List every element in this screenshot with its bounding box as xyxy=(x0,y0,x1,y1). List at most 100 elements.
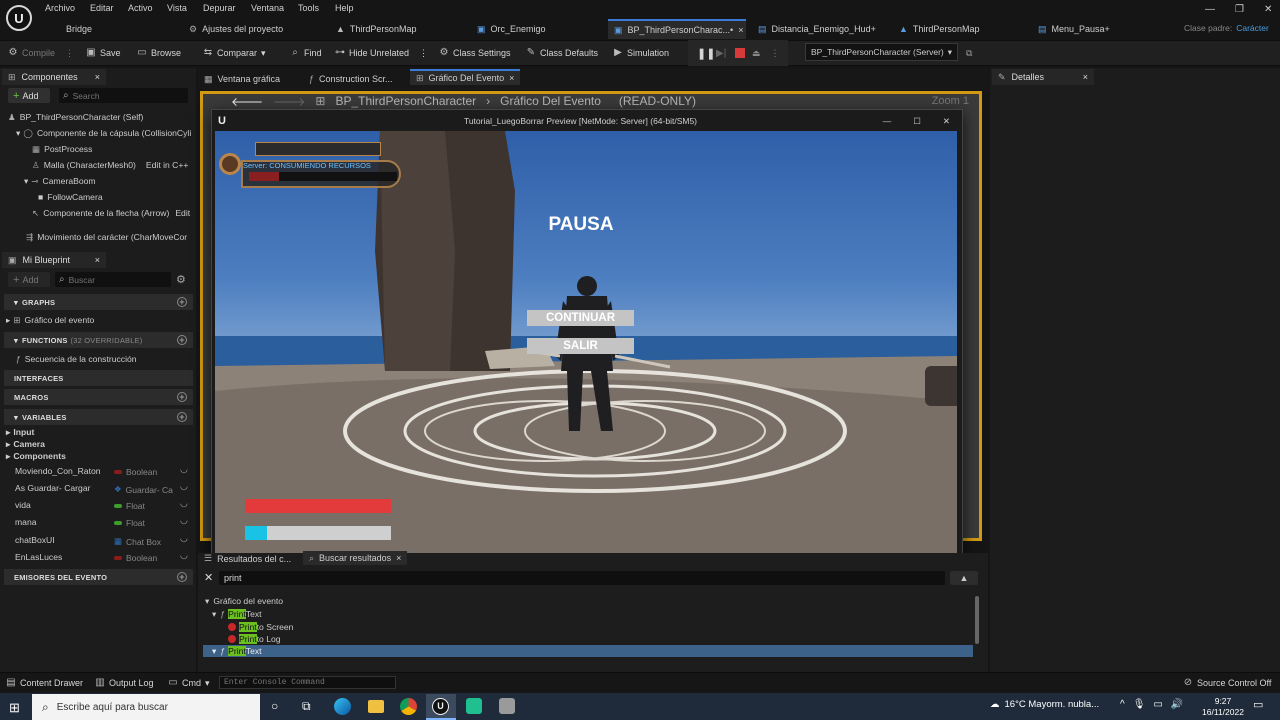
settings-gear-icon[interactable]: ⚙ xyxy=(176,273,186,286)
graph-item-event[interactable]: ▸ ⊞ Gráfico del evento xyxy=(6,313,94,327)
macros-section[interactable]: MACROS + xyxy=(4,389,193,405)
add-function-icon[interactable]: + xyxy=(177,335,187,345)
app-icon[interactable] xyxy=(499,698,515,714)
functions-section[interactable]: ▾ FUNCTIONS (32 OVERRIDABLE) + xyxy=(4,332,193,348)
debug-find-button[interactable]: ⧉ xyxy=(966,46,972,60)
content-drawer-button[interactable]: ▤ Content Drawer xyxy=(6,676,83,690)
variable-type[interactable]: Float xyxy=(114,501,145,511)
tab-close-icon[interactable]: × xyxy=(509,73,514,83)
component-arrow[interactable]: ↖ Componente de la flecha (Arrow) Edit xyxy=(32,206,190,220)
minimize-icon[interactable]: — xyxy=(883,116,892,126)
variable-type[interactable]: Boolean xyxy=(114,467,157,477)
volume-icon[interactable]: 🔊 xyxy=(1171,699,1183,710)
result-row[interactable]: ▾ ƒ Print Text xyxy=(212,607,262,621)
clear-search-icon[interactable]: ✕ xyxy=(204,571,213,584)
components-search-input[interactable] xyxy=(72,90,173,101)
stop-icon[interactable] xyxy=(735,48,745,58)
simulation-button[interactable]: ▶ Simulation xyxy=(613,46,669,60)
find-in-all-button[interactable]: ▲ xyxy=(950,571,978,585)
minimize-icon[interactable]: — xyxy=(1205,4,1215,15)
variable-row[interactable]: chatBoxUI xyxy=(15,533,55,547)
close-icon[interactable]: ✕ xyxy=(1264,4,1272,15)
add-graph-icon[interactable]: + xyxy=(177,297,187,307)
exit-button[interactable]: SALIR xyxy=(527,338,634,354)
component-capsule[interactable]: ▾ ◯ Componente de la cápsula (CollisionCyl… xyxy=(16,126,191,140)
add-component-button[interactable]: + Add xyxy=(8,88,50,103)
chrome-icon[interactable] xyxy=(400,698,417,715)
class-settings-button[interactable]: ⚙ Class Settings xyxy=(439,46,511,60)
tab-event-graph[interactable]: ⊞ Gráfico Del Evento × xyxy=(410,69,521,85)
edit-in-cpp-link[interactable]: Edit in C++ xyxy=(146,160,189,170)
microphone-icon[interactable]: 🎙 xyxy=(1133,699,1146,710)
eject-button[interactable]: ⏏ ⋮ xyxy=(752,46,780,60)
cmd-dropdown[interactable]: ▭ Cmd ▾ xyxy=(168,676,209,690)
tab-bridge[interactable]: Bridge xyxy=(60,19,98,39)
tab-thirdpersonmap[interactable]: ▲ ThirdPersonMap xyxy=(330,19,422,39)
task-view-icon[interactable]: ⧉ xyxy=(302,699,311,714)
console-command-input[interactable] xyxy=(219,676,396,689)
breadcrumb-blueprint[interactable]: BP_ThirdPersonCharacter xyxy=(335,94,476,108)
close-icon[interactable]: ✕ xyxy=(943,116,950,127)
pause-button[interactable]: ❚❚ xyxy=(697,46,715,60)
chevron-up-icon[interactable]: ^ xyxy=(1120,699,1125,710)
debug-target-dropdown[interactable]: BP_ThirdPersonCharacter (Server) ▾ xyxy=(805,43,958,61)
add-macro-icon[interactable]: + xyxy=(177,392,187,402)
variable-type[interactable]: ▦ Chat Box xyxy=(114,536,161,547)
menu-editar[interactable]: Editar xyxy=(90,3,114,13)
menu-ventana[interactable]: Ventana xyxy=(251,3,284,13)
tab-close-icon[interactable]: × xyxy=(738,25,743,35)
step-button[interactable]: ▶| xyxy=(716,46,726,60)
compile-button[interactable]: ⚙ Compile ⋮ xyxy=(8,46,75,60)
notification-icon[interactable]: ▭ xyxy=(1253,698,1263,711)
variable-type[interactable]: Boolean xyxy=(114,553,157,563)
blueprint-search-input[interactable] xyxy=(68,274,159,285)
tab-construction-script[interactable]: ƒ Construction Scr... xyxy=(303,69,399,89)
component-postprocess[interactable]: ▦ PostProcess xyxy=(32,142,92,156)
graphs-section[interactable]: ▾ GRAPHS + xyxy=(4,294,193,310)
variable-row[interactable]: mana xyxy=(15,515,37,529)
source-control-button[interactable]: ⊘ Source Control Off xyxy=(1183,676,1272,690)
weather-widget[interactable]: ☁ 16°C Mayorm. nubla... xyxy=(990,699,1099,710)
network-icon[interactable]: ▭ xyxy=(1153,699,1162,710)
component-self[interactable]: ♟ BP_ThirdPersonCharacter (Self) xyxy=(8,110,143,124)
result-row[interactable]: ▾ Gráfico del evento xyxy=(205,594,283,608)
variable-row[interactable]: Moviendo_Con_Raton xyxy=(15,464,101,478)
component-mesh[interactable]: ♙ Malla (CharacterMesh0) Edit in C++ xyxy=(32,158,188,172)
menu-depurar[interactable]: Depurar xyxy=(203,3,236,13)
tab-project-settings[interactable]: ⚙ Ajustes del proyecto xyxy=(183,19,289,39)
menu-archivo[interactable]: Archivo xyxy=(45,3,75,13)
save-button[interactable]: ▣ Save xyxy=(86,46,120,60)
continue-button[interactable]: CONTINUAR xyxy=(527,310,634,326)
variable-row[interactable]: vida xyxy=(15,498,31,512)
eye-icon[interactable]: ◡ xyxy=(180,498,188,509)
app-icon[interactable] xyxy=(466,698,482,714)
blueprint-search[interactable]: ⌕ xyxy=(55,272,171,287)
menu-activo[interactable]: Activo xyxy=(128,3,153,13)
tab-compiler-results[interactable]: ☰ Resultados del c... xyxy=(198,552,297,565)
variable-row[interactable]: As Guardar- Cargar xyxy=(15,481,90,495)
output-log-button[interactable]: ▥ Output Log xyxy=(95,676,153,690)
var-category-components[interactable]: ▸ Components xyxy=(6,449,66,463)
eye-icon[interactable]: ◡ xyxy=(180,533,188,544)
close-icon[interactable]: × xyxy=(95,72,100,82)
component-movement[interactable]: ⇶ Movimiento del carácter (CharMoveCor xyxy=(26,230,187,244)
variable-type[interactable]: Float xyxy=(114,518,145,528)
file-explorer-icon[interactable] xyxy=(368,700,384,713)
find-search-input[interactable]: print xyxy=(219,571,945,585)
tab-thirdpersonmap-2[interactable]: ▲ ThirdPersonMap xyxy=(893,19,985,39)
eye-icon[interactable]: ◡ xyxy=(180,481,188,492)
windows-start-icon[interactable]: ⊞ xyxy=(9,700,20,716)
class-defaults-button[interactable]: ✎ Class Defaults xyxy=(526,46,598,60)
tab-find-results[interactable]: ⌕ Buscar resultados × xyxy=(303,551,408,565)
result-row[interactable]: ▾ ƒ Print Text xyxy=(212,644,262,658)
variable-row[interactable]: EnLasLuces xyxy=(15,550,62,564)
result-row-selected[interactable] xyxy=(203,645,973,657)
tab-menu-pausa[interactable]: ▤ Menu_Pausa+ xyxy=(1032,19,1116,39)
tab-close-icon[interactable]: × xyxy=(396,553,401,563)
components-search[interactable]: ⌕ xyxy=(59,88,188,103)
add-variable-icon[interactable]: + xyxy=(177,412,187,422)
breadcrumb-graph[interactable]: Gráfico Del Evento xyxy=(500,94,601,108)
function-item-construction[interactable]: ƒ Secuencia de la construcción xyxy=(16,352,137,366)
eye-icon[interactable]: ◡ xyxy=(180,464,188,475)
variables-section[interactable]: ▾ VARIABLES + xyxy=(4,409,193,425)
